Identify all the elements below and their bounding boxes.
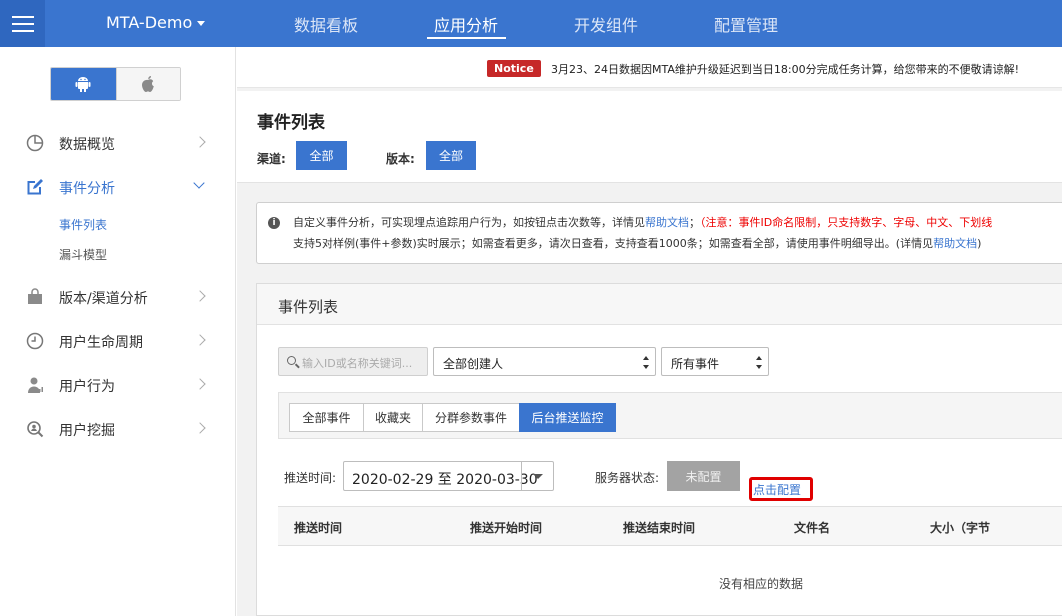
column-header[interactable]: 文件名 — [794, 519, 830, 536]
pie-chart-icon — [26, 134, 44, 152]
column-header[interactable]: 推送时间 — [294, 519, 342, 536]
column-header[interactable]: 推送结束时间 — [623, 519, 695, 536]
page-title: 事件列表 — [257, 113, 325, 133]
chevron-down-icon — [193, 177, 205, 189]
info-text: 自定义事件分析，可实现埋点追踪用户行为，如按钮点击次数等，详情见 — [293, 216, 645, 229]
top-navbar: MTA-Demo 数据看板 应用分析 开发组件 配置管理 — [0, 0, 1062, 47]
sidebar-subitem-event-list[interactable]: 事件列表 — [59, 216, 107, 233]
notice-bar: Notice 3月23、24日数据因MTA维护升级延迟到当日18:00分完成任务… — [237, 47, 1062, 88]
dropdown-arrow-icon[interactable] — [521, 462, 553, 490]
info-warning: （注意：事件ID命名限制，只支持数字、字母、中文、下划线 — [700, 216, 993, 229]
server-status-badge: 未配置 — [667, 461, 740, 491]
sidebar-label-event-analysis: 事件分析 — [59, 181, 115, 197]
event-type-select[interactable]: 所有事件 — [661, 347, 769, 376]
sidebar-item-lifecycle[interactable]: 用户生命周期 — [0, 321, 236, 361]
creator-select[interactable]: 全部创建人 — [433, 347, 656, 376]
platform-toggle — [50, 67, 181, 101]
notice-text: 3月23、24日数据因MTA维护升级延迟到当日18:00分完成任务计算，给您带来… — [551, 63, 1019, 76]
info-separator: ； — [689, 216, 700, 229]
app-selector[interactable]: MTA-Demo — [106, 13, 206, 32]
nav-config-management[interactable]: 配置管理 — [714, 12, 778, 36]
select-arrows-icon — [756, 356, 763, 369]
user-icon — [28, 377, 43, 393]
sidebar-item-event-analysis[interactable]: 事件分析 — [0, 167, 236, 207]
chevron-right-icon — [194, 378, 206, 390]
creator-select-value: 全部创建人 — [443, 357, 504, 371]
event-list-card: 事件列表 输入ID或名称关键词... 全部创建人 所有事件 全部事件 收藏夹 分… — [256, 283, 1062, 616]
config-link[interactable]: 点击配置 — [753, 481, 801, 498]
config-link-highlight[interactable]: 点击配置 — [749, 477, 813, 501]
list-title: 事件列表 — [278, 298, 339, 316]
push-time-label: 推送时间: — [284, 471, 337, 485]
chevron-right-icon — [194, 136, 206, 148]
tab-push-monitor[interactable]: 后台推送监控 — [519, 403, 616, 432]
tab-bar: 全部事件 收藏夹 分群参数事件 后台推送监控 — [278, 392, 1062, 439]
sidebar-label-lifecycle: 用户生命周期 — [59, 335, 143, 351]
chevron-right-icon — [194, 422, 206, 434]
search-user-icon — [27, 421, 44, 438]
search-placeholder: 输入ID或名称关键词... — [302, 357, 413, 370]
channel-label: 渠道: — [257, 152, 286, 166]
tab-all-events[interactable]: 全部事件 — [289, 403, 364, 432]
channel-select-button[interactable]: 全部 — [296, 141, 347, 170]
sidebar: 数据概览 事件分析 事件列表 漏斗模型 版本/渠道分析 用户生命周期 用户行为 … — [0, 47, 236, 616]
sidebar-label-version-channel: 版本/渠道分析 — [59, 291, 148, 307]
date-range-picker[interactable]: 2020-02-29 至 2020-03-30 — [343, 461, 554, 491]
empty-state-text: 没有相应的数据 — [719, 577, 804, 591]
chevron-right-icon — [194, 290, 206, 302]
tab-favorites[interactable]: 收藏夹 — [363, 403, 423, 432]
header-card: 事件列表 渠道: 全部 版本: 全部 — [237, 91, 1062, 183]
nav-dashboard[interactable]: 数据看板 — [294, 12, 358, 36]
apple-button[interactable] — [115, 68, 180, 100]
clock-icon — [26, 332, 44, 350]
table-header: 推送时间 推送开始时间 推送结束时间 文件名 大小（字节 — [278, 506, 1062, 546]
active-nav-underline — [427, 37, 506, 39]
info-text: 支持5对样例(事件+参数)实时展示；如需查看更多，请次日查看，支持查看1000条… — [293, 237, 934, 250]
bag-icon — [28, 288, 42, 304]
info-line-1: 自定义事件分析，可实现埋点追踪用户行为，如按钮点击次数等，详情见帮助文档；（注意… — [293, 214, 992, 230]
select-arrows-icon — [643, 356, 650, 369]
menu-icon[interactable] — [0, 0, 45, 47]
info-box: i 自定义事件分析，可实现埋点追踪用户行为，如按钮点击次数等，详情见帮助文档；（… — [256, 202, 1062, 264]
info-line-2: 支持5对样例(事件+参数)实时展示；如需查看更多，请次日查看，支持查看1000条… — [293, 235, 981, 251]
main-content: Notice 3月23、24日数据因MTA维护升级延迟到当日18:00分完成任务… — [237, 47, 1062, 616]
edit-icon — [27, 179, 43, 195]
version-select-button[interactable]: 全部 — [426, 141, 476, 170]
notice-badge: Notice — [487, 60, 541, 77]
column-header[interactable]: 推送开始时间 — [470, 519, 542, 536]
sidebar-label-overview: 数据概览 — [59, 137, 115, 153]
android-button[interactable] — [51, 68, 116, 100]
android-icon — [75, 77, 91, 92]
sidebar-label-user-mining: 用户挖掘 — [59, 423, 115, 439]
event-type-select-value: 所有事件 — [671, 357, 720, 371]
tab-segment-param-events[interactable]: 分群参数事件 — [422, 403, 520, 432]
info-icon: i — [268, 217, 280, 229]
app-title: MTA-Demo — [106, 13, 193, 32]
sidebar-item-user-mining[interactable]: 用户挖掘 — [0, 409, 236, 449]
date-range-value: 2020-02-29 至 2020-03-30 — [352, 472, 538, 488]
chevron-right-icon — [194, 334, 206, 346]
caret-down-icon — [197, 21, 206, 26]
nav-dev-components[interactable]: 开发组件 — [574, 12, 638, 36]
search-input[interactable]: 输入ID或名称关键词... — [278, 347, 428, 376]
server-status-label: 服务器状态: — [595, 471, 660, 485]
info-text-end: ) — [977, 237, 982, 250]
sidebar-subitem-funnel[interactable]: 漏斗模型 — [59, 246, 107, 263]
sidebar-item-user-behavior[interactable]: 用户行为 — [0, 365, 236, 405]
version-label: 版本: — [386, 152, 415, 166]
sidebar-item-overview[interactable]: 数据概览 — [0, 123, 236, 163]
help-doc-link[interactable]: 帮助文档 — [645, 216, 689, 229]
sidebar-label-user-behavior: 用户行为 — [59, 379, 115, 395]
nav-app-analysis[interactable]: 应用分析 — [434, 12, 498, 36]
apple-icon — [142, 76, 155, 92]
help-doc-link[interactable]: 帮助文档 — [933, 237, 977, 250]
sidebar-item-version-channel[interactable]: 版本/渠道分析 — [0, 277, 236, 317]
list-card-header: 事件列表 — [257, 284, 1062, 325]
column-header[interactable]: 大小（字节 — [930, 519, 990, 536]
search-icon — [287, 356, 296, 365]
